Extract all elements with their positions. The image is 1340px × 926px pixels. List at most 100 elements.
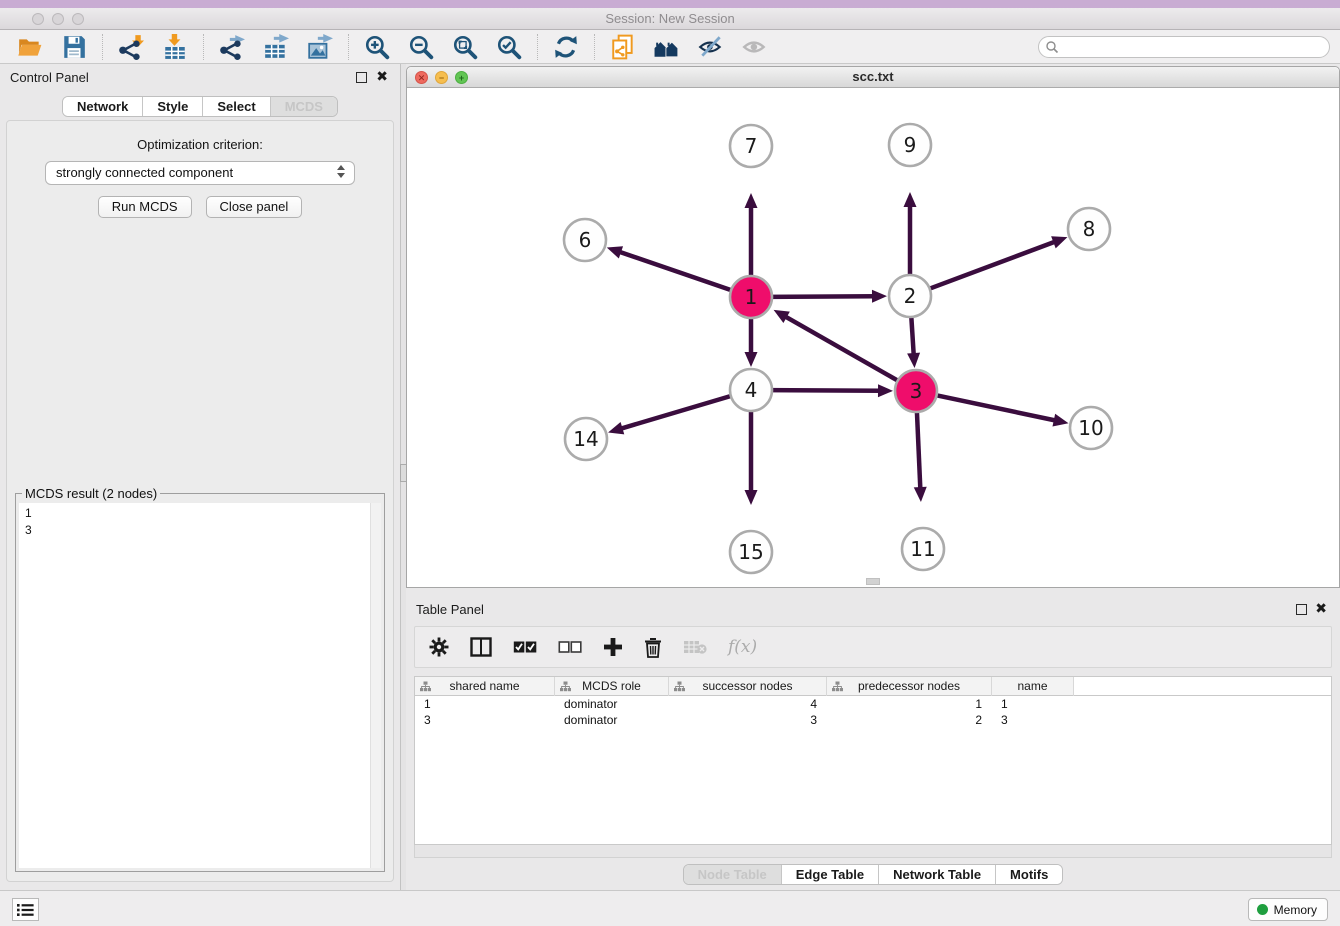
- graph-edge-3-1[interactable]: [784, 316, 900, 382]
- tab-network-table[interactable]: Network Table: [878, 865, 995, 884]
- graph-edge-3-10[interactable]: [934, 395, 1057, 421]
- graph-edge-2-8[interactable]: [927, 241, 1056, 289]
- apply-layout-button[interactable]: [552, 33, 580, 61]
- cell-successor-nodes[interactable]: 4: [669, 696, 827, 712]
- graph-node-9[interactable]: 9: [889, 124, 931, 166]
- graph-node-15[interactable]: 15: [730, 531, 772, 573]
- first-neighbors-button[interactable]: [653, 33, 681, 61]
- column-header-successor-nodes[interactable]: successor nodes: [669, 677, 827, 696]
- table-scroll-strip[interactable]: [414, 845, 1332, 858]
- column-header-name[interactable]: name: [992, 677, 1074, 696]
- graph-arrowhead: [745, 490, 758, 505]
- graph-node-14[interactable]: 14: [565, 418, 607, 460]
- add-row-button[interactable]: [603, 634, 623, 660]
- cell-shared-name[interactable]: 3: [415, 712, 555, 728]
- column-header-mcds-role[interactable]: MCDS role: [555, 677, 669, 696]
- import-table-button[interactable]: [161, 33, 189, 61]
- cell-predecessor-nodes[interactable]: 2: [827, 712, 992, 728]
- export-image-icon: [307, 34, 333, 60]
- column-header-predecessor-nodes[interactable]: predecessor nodes: [827, 677, 992, 696]
- task-history-button[interactable]: [12, 898, 39, 921]
- close-panel-button[interactable]: Close panel: [206, 196, 303, 218]
- float-panel-icon[interactable]: [1296, 604, 1307, 615]
- graph-edge-4-3[interactable]: [769, 390, 881, 391]
- result-item[interactable]: 1: [19, 503, 381, 522]
- network-window-titlebar[interactable]: ✕ − + scc.txt: [407, 67, 1339, 88]
- cell-name[interactable]: 3: [992, 712, 1074, 728]
- export-table-button[interactable]: [262, 33, 290, 61]
- network-window-title: scc.txt: [407, 67, 1339, 88]
- tab-select[interactable]: Select: [202, 97, 269, 116]
- window-top-strip: [0, 0, 1340, 8]
- tab-node-table[interactable]: Node Table: [684, 865, 781, 884]
- unchecked-boxes-icon: [558, 640, 582, 654]
- result-item[interactable]: 3: [19, 522, 381, 539]
- graph-node-6[interactable]: 6: [564, 219, 606, 261]
- svg-text:3: 3: [910, 379, 923, 403]
- graph-node-2[interactable]: 2: [889, 275, 931, 317]
- graph-node-10[interactable]: 10: [1070, 407, 1112, 449]
- zoom-out-button[interactable]: [407, 33, 435, 61]
- zoom-in-button[interactable]: [363, 33, 391, 61]
- tab-style[interactable]: Style: [142, 97, 202, 116]
- plus-icon: [603, 637, 623, 657]
- graph-node-3[interactable]: 3: [895, 370, 937, 412]
- search-field[interactable]: [1038, 36, 1330, 58]
- close-panel-icon[interactable]: ✖: [376, 71, 388, 82]
- cell-successor-nodes[interactable]: 3: [669, 712, 827, 728]
- function-builder-button[interactable]: f(x): [728, 634, 757, 660]
- table-panel: Table Panel ✖: [406, 596, 1340, 890]
- table-settings-button[interactable]: [429, 634, 449, 660]
- criterion-dropdown[interactable]: strongly connected component: [45, 161, 355, 185]
- export-image-button[interactable]: [306, 33, 334, 61]
- column-layout-button[interactable]: [470, 634, 492, 660]
- network-canvas[interactable]: 7 9 6 8 1 2 4 3 14 10 15 11: [407, 88, 1339, 587]
- graph-node-11[interactable]: 11: [902, 528, 944, 570]
- cell-predecessor-nodes[interactable]: 1: [827, 696, 992, 712]
- table-row[interactable]: 3 dominator 3 2 3: [415, 712, 1331, 728]
- close-panel-icon[interactable]: ✖: [1315, 603, 1327, 614]
- canvas-resize-handle[interactable]: [866, 578, 880, 585]
- memory-button[interactable]: Memory: [1248, 898, 1328, 921]
- show-graphics-button[interactable]: [741, 33, 769, 61]
- clone-network-button[interactable]: [609, 33, 637, 61]
- tab-network[interactable]: Network: [63, 97, 142, 116]
- graph-node-7[interactable]: 7: [730, 125, 772, 167]
- tab-mcds[interactable]: MCDS: [270, 97, 337, 116]
- float-panel-icon[interactable]: [356, 72, 367, 83]
- cell-mcds-role[interactable]: dominator: [555, 712, 669, 728]
- table-row[interactable]: 1 dominator 4 1 1: [415, 696, 1331, 712]
- save-session-button[interactable]: [60, 33, 88, 61]
- deselect-all-columns-button[interactable]: [558, 634, 582, 660]
- export-network-button[interactable]: [218, 33, 246, 61]
- cell-mcds-role[interactable]: dominator: [555, 696, 669, 712]
- delete-table-button[interactable]: [683, 634, 707, 660]
- result-scrollbar[interactable]: [370, 503, 381, 868]
- search-input[interactable]: [1059, 38, 1329, 56]
- graph-edge-2-3[interactable]: [911, 314, 914, 356]
- network-graph[interactable]: 7 9 6 8 1 2 4 3 14 10 15 11: [407, 88, 1339, 587]
- graph-arrowhead: [872, 290, 887, 303]
- import-network-button[interactable]: [117, 33, 145, 61]
- column-header-shared-name[interactable]: shared name: [415, 677, 555, 696]
- select-all-columns-button[interactable]: [513, 634, 537, 660]
- zoom-fit-button[interactable]: [451, 33, 479, 61]
- cell-name[interactable]: 1: [992, 696, 1074, 712]
- open-session-button[interactable]: [16, 33, 44, 61]
- graph-edge-3-11[interactable]: [917, 409, 921, 490]
- zoom-selected-button[interactable]: [495, 33, 523, 61]
- graph-edge-4-14[interactable]: [620, 395, 734, 429]
- graph-node-8[interactable]: 8: [1068, 208, 1110, 250]
- tab-motifs[interactable]: Motifs: [995, 865, 1062, 884]
- hide-graphics-button[interactable]: [697, 33, 725, 61]
- run-mcds-button[interactable]: Run MCDS: [98, 196, 192, 218]
- graph-edge-1-6[interactable]: [618, 251, 734, 291]
- graph-node-1[interactable]: 1: [730, 276, 772, 318]
- delete-row-button[interactable]: [644, 634, 662, 660]
- tab-edge-table[interactable]: Edge Table: [781, 865, 878, 884]
- mcds-result-list[interactable]: 1 3: [19, 503, 381, 868]
- cell-shared-name[interactable]: 1: [415, 696, 555, 712]
- graph-edge-1-2[interactable]: [769, 296, 875, 297]
- svg-text:2: 2: [904, 284, 917, 308]
- graph-node-4[interactable]: 4: [730, 369, 772, 411]
